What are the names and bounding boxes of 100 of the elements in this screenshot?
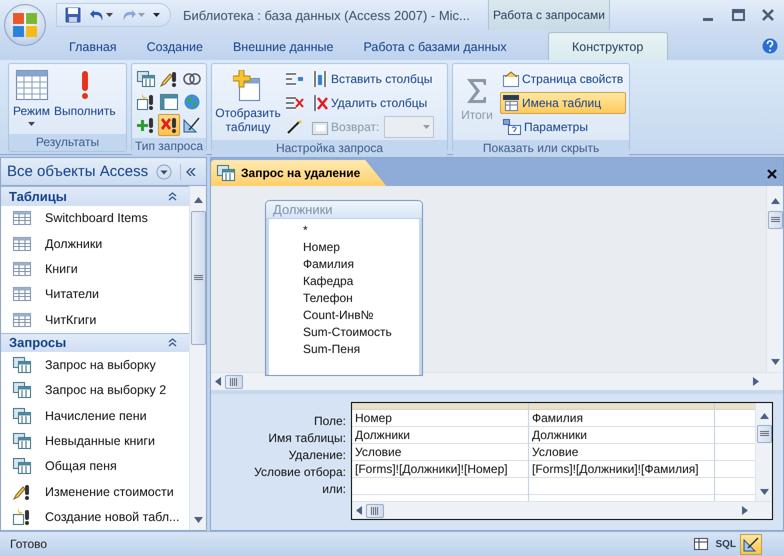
scroll-down-icon: [760, 489, 768, 495]
field-name[interactable]: Фамилия: [303, 256, 419, 273]
nav-item[interactable]: ЧитКгиги: [1, 307, 189, 333]
wand-icon: [286, 120, 304, 134]
field-name[interactable]: Sum-Пеня: [303, 341, 419, 358]
ribbon-tab[interactable]: Работа с базами данных: [348, 32, 522, 60]
nav-item[interactable]: Начисление пени: [1, 402, 189, 428]
grid-cell[interactable]: Должники: [352, 427, 528, 444]
field-name[interactable]: Кафедра: [303, 273, 419, 290]
insert-rows-icon: [286, 72, 304, 86]
view-button[interactable]: Режим: [12, 66, 51, 132]
table-names-button[interactable]: Имена таблиц: [500, 92, 626, 114]
grid-cell[interactable]: Должники: [529, 427, 714, 444]
property-sheet-icon: [503, 71, 519, 87]
nav-item[interactable]: Запрос на выборку: [1, 352, 189, 378]
grip-icon: [230, 378, 238, 386]
run-button[interactable]: Выполнить: [53, 66, 117, 132]
nav-item[interactable]: Создание новой табл...: [1, 504, 189, 530]
field-name[interactable]: Count-Инв№: [303, 307, 419, 324]
maximize-button[interactable]: [730, 7, 746, 23]
field-name[interactable]: Номер: [303, 239, 419, 256]
document-tab[interactable]: Запрос на удаление: [211, 160, 386, 186]
grid-cell[interactable]: Номер: [352, 410, 528, 427]
property-sheet-button[interactable]: Страница свойств: [500, 68, 626, 90]
ribbon-tab[interactable]: Главная: [54, 32, 132, 60]
scroll-down-icon: [194, 517, 202, 523]
grid-cell[interactable]: [Forms]![Должники]![Номер]: [352, 461, 528, 478]
return-icon: [312, 119, 328, 135]
datasheet-icon: [16, 70, 48, 100]
design-view-button[interactable]: [740, 534, 762, 554]
nav-item[interactable]: Невыданные книги: [1, 428, 189, 454]
double-chevron-icon: [186, 168, 196, 176]
nav-item[interactable]: Switchboard Items: [1, 206, 189, 231]
insert-columns-icon: [312, 71, 328, 87]
query-icon: [217, 165, 235, 181]
nav-item[interactable]: Общая пеня: [1, 454, 189, 480]
query-type-button[interactable]: [135, 68, 157, 90]
show-table-button[interactable]: Отобразить таблицу: [215, 66, 281, 138]
scroll-up-icon: [194, 197, 202, 203]
scroll-up-icon: [760, 413, 768, 419]
query-type-button[interactable]: [158, 114, 180, 136]
scrollbar-thumb[interactable]: [190, 211, 206, 345]
field-name[interactable]: *: [303, 222, 419, 239]
grid-cell[interactable]: Фамилия: [529, 410, 714, 427]
group-label: Тип запроса: [132, 138, 206, 155]
ribbon-tab[interactable]: Конструктор: [548, 32, 668, 60]
undo-icon: [89, 8, 105, 22]
caret-icon: [106, 13, 113, 17]
query-icon: [13, 382, 31, 398]
nav-group-header[interactable]: Таблицы: [1, 186, 189, 206]
pencil-icon: [13, 482, 31, 501]
close-document-button[interactable]: [767, 169, 777, 179]
delete-columns-button[interactable]: Удалить столбцы: [309, 92, 436, 114]
save-button[interactable]: [63, 5, 83, 25]
nav-pane-title: Все объекты Access: [6, 163, 150, 180]
grid-icon: [160, 94, 178, 110]
delete-columns-icon: [312, 95, 328, 111]
nav-item[interactable]: Изменение стоимости: [1, 479, 189, 505]
nav-menu-button[interactable]: [156, 164, 172, 180]
nav-item[interactable]: Должники: [1, 230, 189, 256]
query-icon: [13, 408, 31, 424]
context-tab-label: Работа с запросами: [488, 0, 610, 30]
scrollbar-thumb[interactable]: [756, 425, 772, 443]
star-table-icon: [137, 93, 155, 111]
query-type-button[interactable]: [158, 91, 180, 113]
scrollbar-thumb[interactable]: [225, 374, 243, 388]
grid-cell[interactable]: Условие: [352, 444, 528, 461]
collapse-icon: [168, 192, 177, 201]
parameters-icon: [503, 119, 521, 135]
field-name[interactable]: Sum-Стоимость: [303, 324, 419, 341]
query-icon: [13, 458, 31, 474]
design-view-icon: [743, 536, 759, 552]
triangle-ruler-icon: [183, 117, 201, 133]
parameters-button[interactable]: Параметры: [500, 116, 626, 138]
nav-item[interactable]: Запрос на выборку 2: [1, 378, 189, 403]
scroll-right-icon: [753, 377, 759, 386]
query-icon: [13, 356, 31, 373]
window-title: Библиотека : база данных (Access 2007) - Mic...: [183, 8, 471, 22]
ribbon-tab[interactable]: Создание: [132, 32, 218, 60]
ribbon-tab[interactable]: Внешние данные: [218, 32, 348, 60]
row-label: Имя таблицы:: [268, 430, 346, 447]
grip-icon: [770, 217, 780, 223]
insert-columns-button[interactable]: Вставить столбцы: [309, 68, 436, 90]
sigma-icon: [466, 78, 488, 104]
group-label: Показать или скрыть: [453, 140, 630, 157]
grid-cell[interactable]: Условие: [529, 444, 714, 461]
grid-cell[interactable]: [Forms]![Должники]![Фамилия]: [529, 461, 714, 478]
field-name[interactable]: Телефон: [303, 290, 419, 307]
nav-item[interactable]: Читатели: [1, 282, 189, 308]
sql-view-button[interactable]: SQL: [712, 534, 739, 554]
pencil-icon: [160, 70, 178, 88]
scroll-left-icon: [356, 506, 362, 515]
plus-icon: [137, 116, 155, 134]
nav-group-header[interactable]: Запросы: [1, 332, 189, 352]
close-button[interactable]: [760, 7, 776, 23]
help-icon: [762, 38, 778, 54]
query-icon: [137, 71, 155, 87]
scrollbar-thumb[interactable]: [366, 504, 384, 518]
scrollbar-thumb[interactable]: [768, 211, 782, 229]
nav-item[interactable]: Книги: [1, 256, 189, 282]
